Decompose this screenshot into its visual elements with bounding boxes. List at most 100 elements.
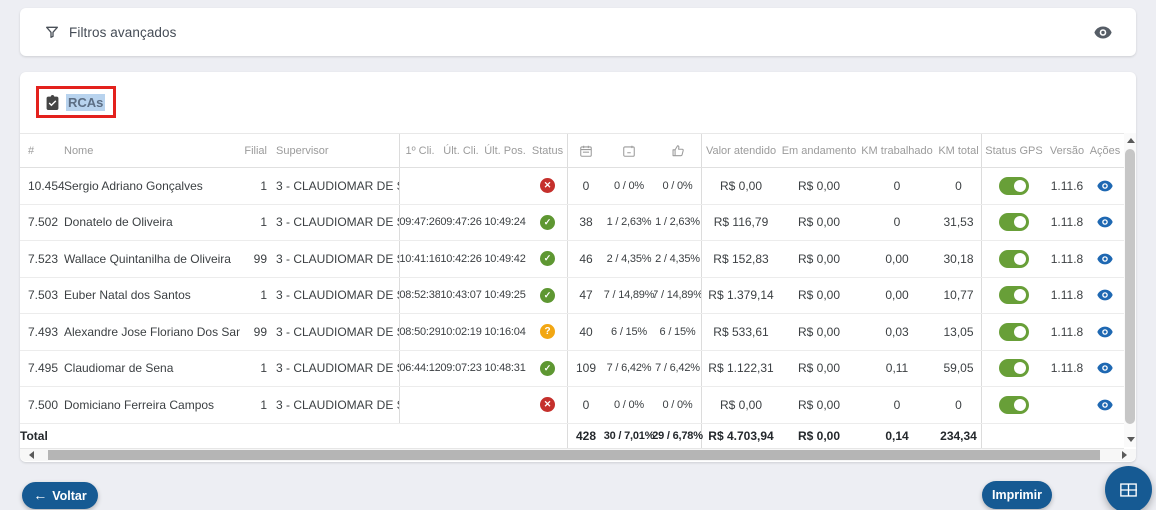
column-header--: # [20, 134, 64, 167]
view-details-icon[interactable] [1097, 326, 1113, 338]
cell-served_value: R$ 1.379,14 [702, 278, 780, 314]
gps-toggle-on[interactable] [999, 359, 1029, 377]
cell-last_client [440, 168, 482, 204]
total-row: Total42830 / 7,01%29 / 6,78%R$ 4.703,94R… [20, 424, 1124, 449]
column-header-valor-atendido: Valor atendido [702, 134, 780, 167]
cell-done: 7 / 14,89% [654, 278, 702, 314]
cell-last_position [482, 387, 528, 423]
advanced-filters-label: Filtros avançados [69, 25, 177, 40]
total-filler [982, 424, 1122, 448]
cell-name: Domiciano Ferreira Campos [64, 387, 240, 423]
back-button[interactable]: ← Voltar [22, 482, 98, 509]
cell-in_progress: R$ 0,00 [780, 205, 858, 241]
horizontal-scroll-thumb[interactable] [48, 450, 1100, 460]
cell-version: 1.11.8 [1046, 241, 1088, 277]
gps-toggle-on[interactable] [999, 177, 1029, 195]
view-details-icon[interactable] [1097, 399, 1113, 411]
scroll-down-icon[interactable] [1127, 437, 1135, 442]
scroll-right-icon[interactable] [1122, 451, 1127, 459]
cell-first_client: 08:52:38 [400, 278, 440, 314]
rcas-report-page: Filtros avançados RCAs #NomeFilialSuperv… [0, 0, 1156, 516]
cell-name: Donatelo de Oliveira [64, 205, 240, 241]
gps-cell [982, 314, 1046, 350]
total-km-worked: 0,14 [858, 424, 936, 448]
gps-toggle-on[interactable] [999, 286, 1029, 304]
cell-version [1046, 387, 1088, 423]
cell-id: 7.493 [20, 314, 64, 350]
table-row: 10.454Sergio Adriano Gonçalves13 - CLAUD… [20, 168, 1124, 205]
cell-last_position: 10:16:04 [482, 314, 528, 350]
column-header-km-trabalhado: KM trabalhado [858, 134, 936, 167]
grid-fab-button[interactable] [1105, 466, 1152, 513]
cell-visits: 109 [568, 351, 604, 387]
total-visits: 428 [568, 424, 604, 448]
scroll-left-icon[interactable] [29, 451, 34, 459]
status-ok-icon: ✓ [540, 361, 555, 376]
cell-done: 0 / 0% [654, 168, 702, 204]
column-header-em-andamento: Em andamento [780, 134, 858, 167]
gps-toggle-on[interactable] [999, 396, 1029, 414]
table-row: 7.503Euber Natal dos Santos13 - CLAUDIOM… [20, 278, 1124, 315]
cell-visits: 0 [568, 168, 604, 204]
vertical-scroll-thumb[interactable] [1125, 149, 1135, 424]
gps-toggle-on[interactable] [999, 250, 1029, 268]
gps-cell [982, 205, 1046, 241]
cell-supervisor: 3 - CLAUDIOMAR DE SENA [270, 168, 400, 204]
cell-last_client: 10:43:07 [440, 278, 482, 314]
column-header-1-cli-: 1º Cli. [400, 134, 440, 167]
cell-branch: 1 [240, 387, 270, 423]
status-ok-icon: ✓ [540, 215, 555, 230]
status-ok-icon: ✓ [540, 251, 555, 266]
cell-km_worked: 0 [858, 387, 936, 423]
rcas-tab-label[interactable]: RCAs [66, 94, 105, 111]
cell-name: Sergio Adriano Gonçalves [64, 168, 240, 204]
cell-scheduled: 7 / 6,42% [604, 351, 654, 387]
view-details-icon[interactable] [1097, 253, 1113, 265]
cell-done: 1 / 2,63% [654, 205, 702, 241]
cell-last_position: 10:49:24 [482, 205, 528, 241]
cell-last_position: 10:49:25 [482, 278, 528, 314]
cell-in_progress: R$ 0,00 [780, 278, 858, 314]
scroll-up-icon[interactable] [1127, 138, 1135, 143]
cell-branch: 99 [240, 314, 270, 350]
cell-km_worked: 0,00 [858, 278, 936, 314]
gps-toggle-on[interactable] [999, 323, 1029, 341]
table-row: 7.502Donatelo de Oliveira13 - CLAUDIOMAR… [20, 205, 1124, 242]
cell-branch: 1 [240, 278, 270, 314]
cell-id: 7.503 [20, 278, 64, 314]
cell-km_total: 10,77 [936, 278, 982, 314]
gps-cell [982, 387, 1046, 423]
cell-done: 6 / 15% [654, 314, 702, 350]
view-details-icon[interactable] [1097, 216, 1113, 228]
visibility-icon[interactable] [1094, 26, 1112, 39]
cell-km_total: 0 [936, 387, 982, 423]
status-warn-icon: ? [540, 324, 555, 339]
table-row: 7.523Wallace Quintanilha de Oliveira993 … [20, 241, 1124, 278]
gps-toggle-on[interactable] [999, 213, 1029, 231]
print-button-label: Imprimir [992, 488, 1042, 502]
view-details-icon[interactable] [1097, 180, 1113, 192]
view-details-icon[interactable] [1097, 289, 1113, 301]
advanced-filters-bar[interactable]: Filtros avançados [20, 8, 1136, 56]
view-details-icon[interactable] [1097, 362, 1113, 374]
cell-last_client: 10:42:26 [440, 241, 482, 277]
cell-first_client [400, 168, 440, 204]
cell-in_progress: R$ 0,00 [780, 351, 858, 387]
cell-branch: 99 [240, 241, 270, 277]
filter-icon [44, 24, 60, 40]
cell-version: 1.11.8 [1046, 205, 1088, 241]
vertical-scrollbar[interactable] [1124, 133, 1136, 447]
cell-km_total: 59,05 [936, 351, 982, 387]
horizontal-scrollbar[interactable] [20, 449, 1136, 461]
cell-first_client: 10:41:16 [400, 241, 440, 277]
cell-in_progress: R$ 0,00 [780, 314, 858, 350]
table-row: 7.493Alexandre Jose Floriano Dos Santos9… [20, 314, 1124, 351]
gps-cell [982, 168, 1046, 204]
cell-last_client: 10:02:19 [440, 314, 482, 350]
table-row: 7.495Claudiomar de Sena13 - CLAUDIOMAR D… [20, 351, 1124, 388]
calendar-check-icon [604, 134, 654, 167]
status-error-icon: ✕ [540, 178, 555, 193]
cell-done: 0 / 0% [654, 387, 702, 423]
print-button[interactable]: Imprimir [982, 481, 1052, 509]
status-cell: ✕ [528, 168, 568, 204]
